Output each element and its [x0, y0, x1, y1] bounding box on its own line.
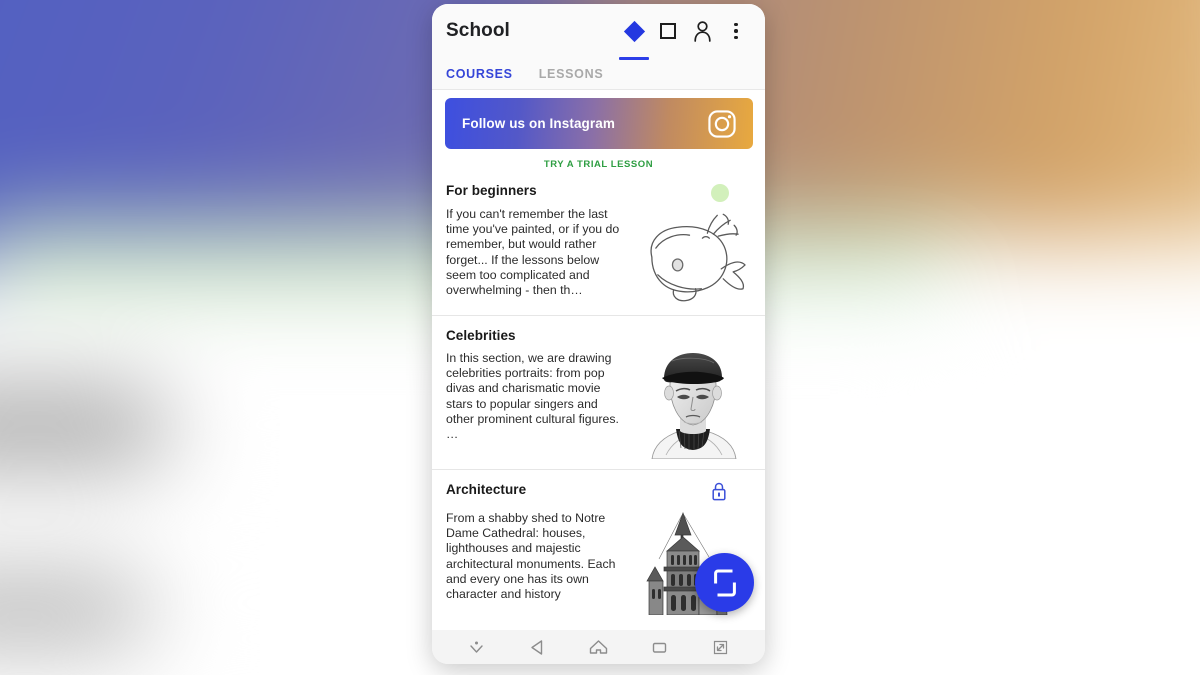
background-grey-bar-1	[0, 392, 170, 462]
course-body: In this section, we are drawing celebrit…	[446, 351, 751, 459]
celebrity-portrait-illustration	[634, 351, 751, 459]
course-header: Architecture	[446, 482, 751, 506]
diamond-glyph	[623, 20, 645, 42]
active-tab-indicator	[619, 57, 649, 60]
back-triangle-icon	[531, 639, 543, 655]
scan-fab-button[interactable]	[695, 553, 754, 612]
system-navigation-bar	[432, 630, 765, 664]
background-grey-bar-2	[0, 580, 150, 640]
account-glyph	[693, 20, 711, 42]
kebab-glyph	[734, 22, 738, 40]
instagram-banner[interactable]: Follow us on Instagram	[445, 98, 753, 149]
course-header: For beginners	[446, 183, 751, 202]
whale-glyph	[650, 213, 746, 302]
phone-window: School COURSES LESSONS Follow us on Inst…	[432, 4, 765, 664]
background-right-fade	[940, 240, 1200, 660]
tab-bar: COURSES LESSONS	[432, 58, 765, 90]
course-description: In this section, we are drawing celebrit…	[446, 351, 619, 442]
course-description: From a shabby shed to Notre Dame Cathedr…	[446, 511, 616, 602]
course-card-for-beginners[interactable]: For beginners If you can't remember the …	[432, 174, 765, 305]
square-outline-icon[interactable]	[651, 11, 685, 51]
home-icon	[589, 639, 608, 654]
page-title: School	[446, 20, 510, 41]
chevron-down-icon	[470, 641, 483, 653]
tab-lessons[interactable]: LESSONS	[539, 67, 604, 81]
nav-collapse-button[interactable]	[460, 634, 494, 660]
account-icon[interactable]	[685, 11, 719, 51]
scan-brackets-icon	[713, 569, 736, 596]
instagram-icon	[708, 109, 736, 138]
course-title: For beginners	[446, 183, 537, 198]
app-bar: School	[432, 4, 765, 60]
square-glyph	[660, 23, 676, 39]
green-dot-icon	[711, 184, 729, 202]
course-body: If you can't remember the last time you'…	[446, 207, 751, 305]
diamond-icon[interactable]	[617, 11, 651, 60]
instagram-banner-label: Follow us on Instagram	[462, 116, 615, 131]
nav-back-button[interactable]	[521, 634, 555, 660]
overflow-menu-icon[interactable]	[719, 11, 753, 51]
trial-lesson-row: TRY A TRIAL LESSON	[432, 149, 765, 174]
course-title: Celebrities	[446, 328, 516, 343]
course-badge-placeholder	[711, 328, 729, 346]
course-header: Celebrities	[446, 328, 751, 346]
trial-lesson-link[interactable]: TRY A TRIAL LESSON	[544, 159, 653, 170]
expand-diagonal-icon	[713, 640, 728, 654]
nav-recents-button[interactable]	[643, 634, 677, 660]
portrait-glyph	[651, 353, 736, 459]
whale-illustration	[634, 207, 751, 305]
square-icon	[652, 642, 667, 653]
lock-glyph	[712, 482, 726, 501]
content-fade-overlay	[432, 620, 765, 630]
tab-courses[interactable]: COURSES	[446, 67, 513, 81]
nav-fullscreen-button[interactable]	[704, 634, 738, 660]
course-title: Architecture	[446, 482, 527, 497]
course-description: If you can't remember the last time you'…	[446, 207, 620, 298]
course-card-celebrities[interactable]: Celebrities In this section, we are draw…	[432, 315, 765, 459]
nav-home-button[interactable]	[582, 634, 616, 660]
course-list[interactable]: Follow us on Instagram TRY A TRIAL LESSO…	[432, 90, 765, 630]
lock-icon	[711, 482, 727, 506]
